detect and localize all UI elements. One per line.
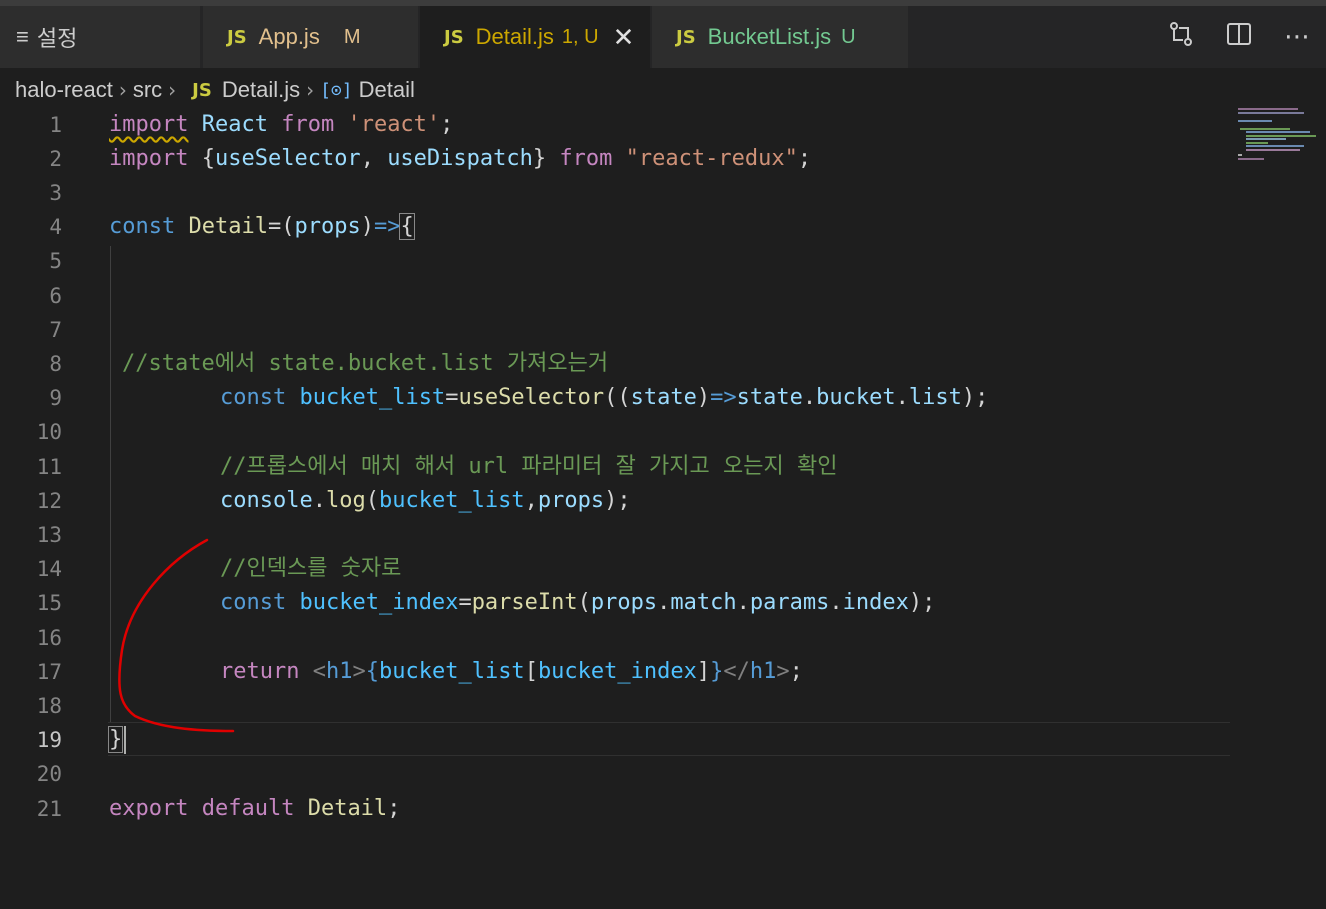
red-annotation-stroke (118, 538, 235, 733)
